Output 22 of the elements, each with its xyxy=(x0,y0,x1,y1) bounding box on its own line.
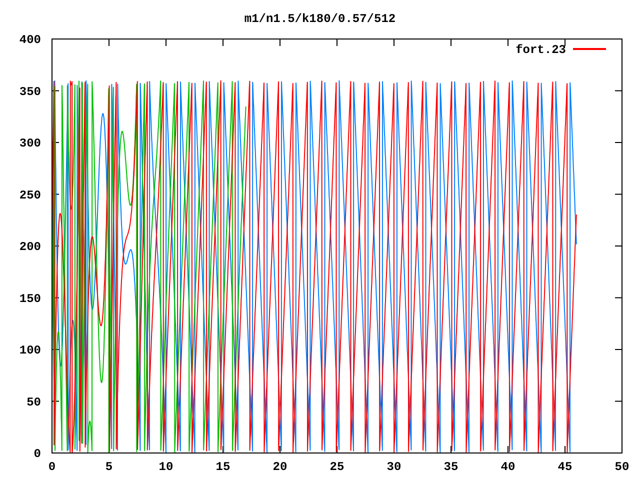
x-tick-label: 0 xyxy=(48,460,56,474)
x-tick-label: 10 xyxy=(158,460,174,474)
x-tick-label: 30 xyxy=(386,460,402,474)
x-tick-label: 50 xyxy=(614,460,630,474)
x-tick-label: 40 xyxy=(500,460,516,474)
y-tick-label: 200 xyxy=(19,240,41,254)
y-tick-label: 150 xyxy=(19,292,41,306)
y-tick-label: 0 xyxy=(34,447,41,461)
y-tick-label: 300 xyxy=(19,136,41,150)
y-tick-label: 250 xyxy=(19,188,41,202)
x-tick-label: 20 xyxy=(272,460,288,474)
chart-title: m1/n1.5/k180/0.57/512 xyxy=(244,12,396,26)
y-tick-label: 100 xyxy=(19,344,41,358)
x-tick-label: 25 xyxy=(330,460,344,474)
y-tick-label: 400 xyxy=(19,33,41,47)
x-tick-label: 5 xyxy=(105,460,113,474)
y-tick-label: 350 xyxy=(19,84,41,99)
x-tick-label: 35 xyxy=(444,460,458,474)
x-tick-label: 45 xyxy=(558,460,572,474)
x-tick-label: 15 xyxy=(216,460,230,474)
y-tick-label: 50 xyxy=(26,395,41,410)
legend-label: fort.23 xyxy=(516,43,566,57)
